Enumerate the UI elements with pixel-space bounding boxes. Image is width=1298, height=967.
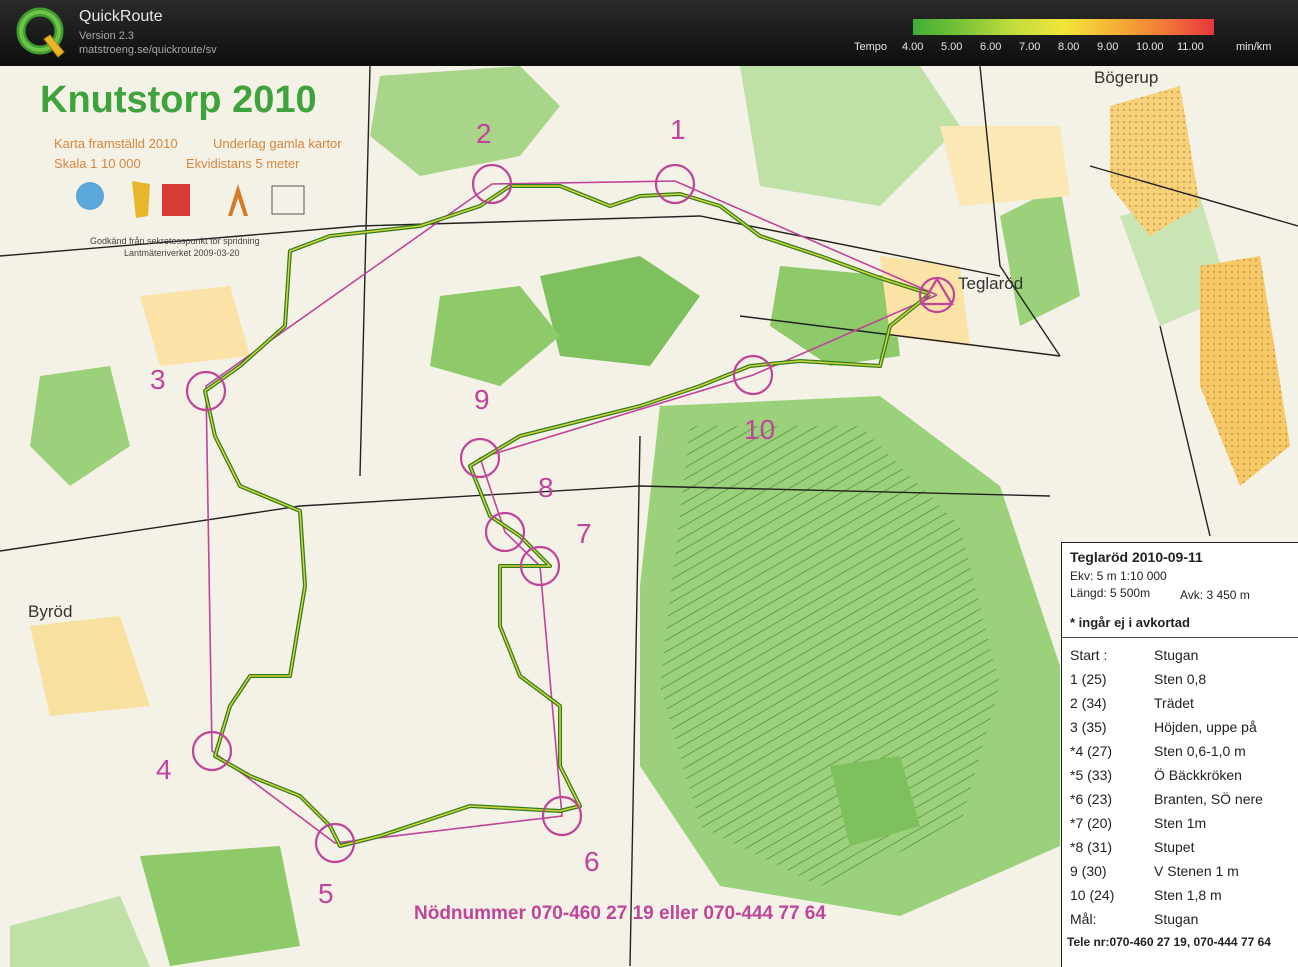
map-logos: [76, 181, 305, 218]
legend-desc: Sten 0,8: [1154, 671, 1207, 687]
control-number-2: 2: [476, 118, 492, 149]
emergency-number: Nödnummer 070-460 27 19 eller 070-444 77…: [414, 903, 826, 924]
map-info-scale: Skala 1 10 000: [54, 156, 141, 171]
control-number-10: 10: [744, 414, 776, 445]
legend-length: Längd: 5 500m: [1070, 586, 1151, 600]
tempo-tick: 7.00: [1019, 41, 1041, 53]
legend-code: *7 (20): [1070, 815, 1113, 831]
control-number-4: 4: [156, 754, 172, 785]
legend-desc: Ö Bäckkröken: [1154, 767, 1242, 783]
legend-desc: Stupet: [1154, 839, 1195, 855]
legend-desc: V Stenen 1 m: [1154, 863, 1239, 879]
legend-code: 10 (24): [1070, 887, 1115, 903]
app-title: QuickRoute: [79, 8, 163, 25]
legend-row: *8 (31) Stupet: [1062, 835, 1298, 859]
legend-code: 3 (35): [1070, 719, 1107, 735]
tempo-tick: 6.00: [980, 41, 1002, 53]
control-number-5: 5: [318, 878, 334, 909]
legend-row: Mål: Stugan: [1062, 907, 1298, 931]
legend-divider: [1062, 637, 1298, 638]
legend-desc: Branten, SÖ nere: [1154, 791, 1263, 807]
legend-code: *4 (27): [1070, 743, 1113, 759]
place-label-byrod: Byröd: [28, 602, 73, 621]
map-info-base: Underlag gamla kartor: [213, 136, 342, 151]
legend-desc: Stugan: [1154, 911, 1199, 927]
control-circle-1: [654, 163, 696, 205]
orienteering-map[interactable]: Knutstorp 2010 Karta framställd 2010 Und…: [0, 66, 1298, 967]
legend-desc: Höjden, uppe på: [1154, 719, 1257, 735]
control-description-sheet: Teglaröd 2010-09-11 Ekv: 5 m 1:10 000 Lä…: [1061, 542, 1298, 967]
map-info-made: Karta framställd 2010: [54, 136, 178, 151]
map-title: Knutstorp 2010: [40, 79, 317, 121]
legend-code: Start :: [1070, 647, 1108, 663]
control-number-6: 6: [584, 846, 600, 877]
legend-row: 10 (24) Sten 1,8 m: [1062, 883, 1298, 907]
legend-note: * ingår ej i avkortad: [1070, 615, 1190, 630]
tempo-tick: 5.00: [941, 41, 963, 53]
legend-desc: Trädet: [1154, 695, 1194, 711]
quickroute-logo-icon: [16, 7, 65, 58]
legend-title: Teglaröd 2010-09-11: [1070, 549, 1203, 565]
legend-avk: Avk: 3 450 m: [1180, 588, 1250, 602]
legend-code: Mål:: [1070, 911, 1097, 927]
control-number-9: 9: [474, 384, 490, 415]
legend-row: 2 (34) Trädet: [1062, 691, 1298, 715]
legend-code: 1 (25): [1070, 671, 1107, 687]
map-approval: Godkänd från sekretesspunkt för spridnin…: [90, 236, 260, 246]
tempo-tick: 11.00: [1177, 41, 1204, 53]
legend-row: *5 (33) Ö Bäckkröken: [1062, 763, 1298, 787]
control-number-3: 3: [150, 364, 166, 395]
tempo-tick: 10.00: [1136, 41, 1164, 53]
tempo-tick: 4.00: [902, 41, 924, 53]
legend-desc: Sten 1,8 m: [1154, 887, 1222, 903]
legend-desc: Sten 0,6-1,0 m: [1154, 743, 1246, 759]
legend-code: *6 (23): [1070, 791, 1113, 807]
legend-code: *5 (33): [1070, 767, 1113, 783]
tempo-color-scale: [913, 19, 1214, 35]
legend-row: *7 (20) Sten 1m: [1062, 811, 1298, 835]
app-version: Version 2.3: [79, 30, 135, 42]
legend-ekv: Ekv: 5 m 1:10 000: [1070, 569, 1167, 583]
legend-code: *8 (31): [1070, 839, 1113, 855]
control-number-1: 1: [670, 114, 686, 145]
legend-row: Start : Stugan: [1062, 643, 1298, 667]
tempo-tick: 8.00: [1058, 41, 1080, 53]
legend-code: 9 (30): [1070, 863, 1107, 879]
legend-desc: Stugan: [1154, 647, 1199, 663]
control-number-7: 7: [576, 518, 592, 549]
legend-desc: Sten 1m: [1154, 815, 1207, 831]
legend-row: *4 (27) Sten 0,6-1,0 m: [1062, 739, 1298, 763]
legend-row: 9 (30) V Stenen 1 m: [1062, 859, 1298, 883]
place-label-bogerup: Bögerup: [1094, 68, 1159, 87]
legend-row: *6 (23) Branten, SÖ nere: [1062, 787, 1298, 811]
tempo-label: Tempo: [854, 41, 888, 53]
tempo-unit: min/km: [1236, 41, 1272, 53]
app-header: QuickRoute Version 2.3 matstroeng.se/qui…: [0, 0, 1298, 66]
tempo-tick: 9.00: [1097, 41, 1119, 53]
legend-code: 2 (34): [1070, 695, 1107, 711]
legend-row: 3 (35) Höjden, uppe på: [1062, 715, 1298, 739]
control-number-8: 8: [538, 472, 554, 503]
legend-row: 1 (25) Sten 0,8: [1062, 667, 1298, 691]
app-url: matstroeng.se/quickroute/sv: [79, 44, 217, 56]
map-approval-date: Lantmäteriverket 2009-03-20: [124, 248, 240, 258]
map-info-contour: Ekvidistans 5 meter: [186, 156, 300, 171]
place-label-teglarod: Teglaröd: [958, 274, 1024, 293]
legend-phone: Tele nr:070-460 27 19, 070-444 77 64: [1067, 935, 1271, 949]
